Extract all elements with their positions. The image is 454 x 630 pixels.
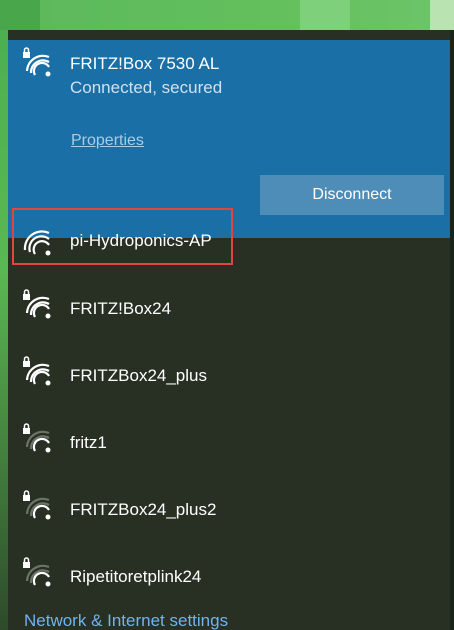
network-name: FRITZBox24_plus	[70, 366, 207, 385]
desktop-background	[0, 0, 454, 30]
properties-link[interactable]: Properties	[71, 132, 144, 150]
disconnect-button[interactable]: Disconnect	[260, 175, 444, 215]
wifi-icon	[23, 230, 51, 256]
network-item-fritzbox24[interactable]: FRITZ!Box24	[8, 285, 450, 345]
network-item-fritz1[interactable]: fritz1	[8, 419, 450, 479]
connection-status: Connected, secured	[70, 78, 223, 97]
network-name: fritz1	[70, 433, 107, 452]
network-name: FRITZBox24_plus2	[70, 500, 217, 519]
wifi-secured-icon	[23, 289, 51, 319]
desktop-background-patch	[430, 0, 454, 30]
network-name: Ripetitoretplink24	[70, 567, 202, 586]
desktop-background-patch	[300, 0, 350, 30]
network-item-fritzbox24-plus[interactable]: FRITZBox24_plus	[8, 352, 450, 412]
network-item-pi-hydroponics-ap[interactable]: pi-Hydroponics-AP	[8, 210, 450, 270]
network-name: FRITZ!Box24	[70, 299, 172, 318]
network-name: pi-Hydroponics-AP	[70, 231, 212, 250]
connected-network-panel[interactable]: FRITZ!Box 7530 AL Connected, secured Pro…	[8, 40, 450, 238]
desktop-background-edge	[450, 30, 454, 630]
desktop-background-edge	[0, 30, 8, 630]
wifi-secured-weak-icon	[23, 490, 51, 520]
network-item-fritzbox24-plus2[interactable]: FRITZBox24_plus2	[8, 486, 450, 546]
wifi-secured-icon	[23, 47, 51, 77]
wifi-secured-weak-icon	[23, 423, 51, 453]
desktop-background-patch	[0, 0, 40, 30]
wifi-secured-weak-icon	[23, 557, 51, 587]
connected-network-name: FRITZ!Box 7530 AL	[70, 54, 220, 73]
wifi-secured-icon	[23, 356, 51, 386]
network-internet-settings-link[interactable]: Network & Internet settings	[24, 611, 228, 630]
network-item-ripetitoretplink24[interactable]: Ripetitoretplink24	[8, 553, 450, 613]
wifi-flyout: FRITZ!Box 7530 AL Connected, secured Pro…	[8, 30, 450, 630]
